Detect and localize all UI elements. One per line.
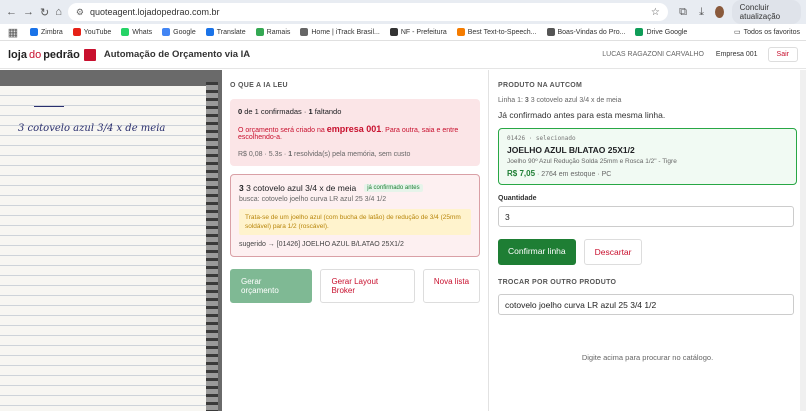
bookmark-favicon-icon — [121, 28, 130, 36]
new-list-button[interactable]: Nova lista — [422, 269, 480, 304]
suggested-product: sugerido → [01426] JOELHO AZUL B/LATAO 2… — [239, 241, 404, 249]
bookmark-favicon-icon — [635, 28, 644, 36]
bookmark-star-icon[interactable]: ☆ — [651, 7, 660, 18]
product-code: 01426 · selecionado — [507, 135, 576, 142]
bookmark-favicon-icon — [456, 28, 465, 36]
profile-avatar[interactable] — [714, 6, 724, 18]
selected-product-card[interactable]: 01426 · selecionado JOELHO AZUL B/LATAO … — [498, 128, 797, 185]
address-bar[interactable]: ⚙ quoteagent.lojadopedrao.com.br ☆ — [67, 3, 668, 21]
generate-quote-button[interactable]: Gerar orçamento — [230, 269, 313, 304]
product-price: R$ 7,05 · 2764 em estoque · PC — [507, 169, 612, 178]
all-bookmarks[interactable]: ▭ Todos os favoritos — [733, 28, 800, 37]
confirmed-message: Já confirmado antes para esta mesma linh… — [498, 110, 666, 120]
product-name: JOELHO AZUL B/LATAO 25X1/2 — [507, 145, 635, 155]
ai-read-panel: O QUE A IA LEU 0 de 1 confirmadas · 1 fa… — [222, 70, 489, 411]
product-panel: PRODUTO NA AUTCOM Linha 1: 3 3 cotovelo … — [489, 70, 806, 411]
page-scrollbar[interactable] — [800, 70, 806, 411]
company-warning: O orçamento será criado na empresa 001. … — [238, 124, 459, 141]
action-buttons: Gerar orçamento Gerar Layout Broker Nova… — [230, 269, 480, 304]
bookmarks-bar: ▦ Zimbra YouTube Whats Google Translate Ramai… — [0, 24, 806, 41]
downloads-icon[interactable]: ⤓ — [696, 5, 706, 19]
section-title-swap: TROCAR POR OUTRO PRODUTO — [498, 279, 617, 286]
home-icon[interactable]: ⌂ — [55, 5, 62, 19]
bookmark-favicon-icon — [72, 28, 81, 36]
reload-icon[interactable]: ↻ — [40, 5, 49, 19]
confirm-status: 0 de 1 confirmadas · 1 faltando — [238, 107, 342, 116]
bookmark-item[interactable]: Home | iTrack Brasil... — [300, 28, 380, 36]
bookmark-favicon-icon — [162, 28, 171, 36]
discard-button[interactable]: Descartar — [583, 239, 643, 265]
bookmark-item[interactable]: Boas-Vindas do Pro... — [546, 28, 625, 36]
bookmark-favicon-icon — [546, 28, 555, 36]
section-title-product: PRODUTO NA AUTCOM — [498, 82, 583, 89]
bookmark-favicon-icon — [300, 28, 309, 36]
main-content: 3 cotovelo azul 3/4 x de meia O QUE A IA… — [0, 70, 806, 411]
company-label: Empresa 001 — [715, 51, 758, 58]
bookmark-favicon-icon — [30, 28, 38, 36]
url-text: quoteagent.lojadopedrao.com.br — [89, 7, 220, 17]
empty-results-message: Digite acima para procurar no catálogo. — [581, 353, 714, 362]
bookmark-item[interactable]: Whats — [121, 28, 152, 36]
confirmed-badge: já confirmado antes — [364, 184, 423, 192]
back-icon[interactable]: ← — [6, 5, 17, 19]
handwriting-text: 3 cotovelo azul 3/4 x de meia — [18, 123, 166, 134]
quantity-input[interactable]: 3 — [498, 206, 794, 227]
search-query: busca: cotovelo joelho curva LR azul 25 … — [239, 196, 387, 203]
quantity-label: Quantidade — [498, 195, 537, 202]
page-title: Automação de Orçamento via IA — [103, 49, 251, 60]
generate-layout-button[interactable]: Gerar Layout Broker — [320, 269, 415, 304]
logo[interactable]: loja do pedrão — [8, 48, 96, 61]
confirm-line-button[interactable]: Confirmar linha — [498, 239, 576, 265]
bookmark-item[interactable]: Google — [162, 28, 196, 36]
bookmark-favicon-icon — [255, 28, 264, 36]
extensions-icon[interactable]: ⧉ — [678, 5, 688, 19]
bookmark-item[interactable]: YouTube — [72, 28, 111, 36]
site-info-icon[interactable]: ⚙ — [76, 7, 84, 18]
uploaded-image: 3 cotovelo azul 3/4 x de meia — [0, 70, 222, 411]
user-name: LUCAS RAGAZONI CARVALHO — [602, 51, 704, 58]
summary-card: 0 de 1 confirmadas · 1 faltando O orçame… — [230, 99, 480, 166]
forward-icon[interactable]: → — [23, 5, 34, 19]
bookmark-favicon-icon — [389, 28, 398, 36]
line-item-head: 3 3 cotovelo azul 3/4 x de meia já confi… — [239, 183, 471, 193]
line-actions: Confirmar linha Descartar — [498, 239, 797, 265]
bookmark-favicon-icon — [205, 28, 214, 36]
logo-bag-icon — [83, 48, 96, 61]
line-item-card[interactable]: 3 3 cotovelo azul 3/4 x de meia já confi… — [230, 174, 480, 258]
logout-button[interactable]: Sair — [767, 47, 798, 62]
bookmark-item[interactable]: NF - Prefeitura — [389, 28, 447, 36]
notebook-paper — [0, 86, 214, 411]
handwriting-mark — [34, 106, 64, 107]
browser-toolbar: ← → ↻ ⌂ ⚙ quoteagent.lojadopedrao.com.br… — [0, 0, 806, 24]
line-info: Linha 1: 3 3 cotovelo azul 3/4 x de meia — [498, 97, 622, 104]
section-title-ai-read: O QUE A IA LEU — [230, 82, 288, 89]
cost-meta: R$ 0,08 · 5.3s · 1 resolvida(s) pela mem… — [238, 151, 411, 158]
product-description: Joelho 90º Azul Redução Solda 25mm e Ros… — [507, 158, 677, 165]
bookmark-item[interactable]: Drive Google — [635, 28, 687, 36]
notebook-spiral — [206, 82, 218, 411]
product-search-input[interactable]: cotovelo joelho curva LR azul 25 3/4 1/2 — [498, 294, 794, 315]
bookmark-item[interactable]: Translate — [205, 28, 246, 36]
apps-grid-icon[interactable]: ▦ — [6, 25, 20, 39]
bookmark-item[interactable]: Zimbra — [30, 28, 63, 36]
bookmark-item[interactable]: Best Text-to-Speech... — [456, 28, 537, 36]
ai-note: Trata-se de um joelho azul (com bucha de… — [239, 209, 471, 236]
update-button[interactable]: Concluir atualização — [731, 0, 802, 24]
folder-icon: ▭ — [733, 29, 741, 36]
app-header: loja do pedrão Automação de Orçamento via … — [0, 41, 806, 69]
bookmark-item[interactable]: Ramais — [255, 28, 290, 36]
